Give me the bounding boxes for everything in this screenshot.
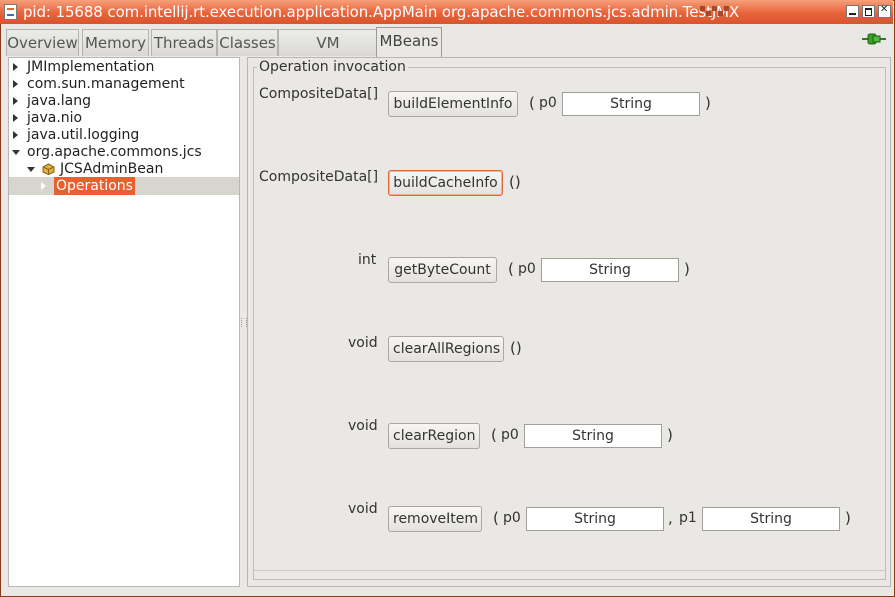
- tree-item-label: JCSAdminBean: [60, 161, 164, 177]
- group-inner-border: [253, 570, 886, 581]
- tree-item-label: org.apache.commons.jcs: [27, 144, 202, 160]
- tab-classes[interactable]: Classes: [217, 29, 278, 56]
- remove-item-button[interactable]: removeItem: [388, 506, 482, 532]
- clear-region-p0-field[interactable]: [524, 424, 662, 448]
- expand-arrow-icon[interactable]: [13, 114, 18, 122]
- collapse-arrow-icon[interactable]: [27, 167, 35, 172]
- return-type: CompositeData[]: [259, 86, 379, 102]
- close-button[interactable]: [878, 4, 891, 18]
- tree-item-label: java.lang: [27, 93, 92, 109]
- maximize-button[interactable]: [862, 5, 875, 18]
- open-paren: (: [529, 94, 535, 112]
- param-separator: ,: [668, 509, 673, 527]
- return-type: void: [348, 335, 378, 351]
- clear-all-regions-button[interactable]: clearAllRegions: [388, 336, 504, 362]
- clear-region-button[interactable]: clearRegion: [388, 423, 480, 449]
- title-bar[interactable]: pid: 15688 com.intellij.rt.execution.app…: [0, 0, 893, 24]
- tree-item-operations[interactable]: Operations: [9, 177, 239, 195]
- build-element-info-button[interactable]: buildElementInfo: [388, 91, 518, 117]
- mbean-icon: [42, 163, 55, 175]
- connection-icon[interactable]: [862, 32, 886, 46]
- expand-arrow-icon[interactable]: [13, 63, 18, 71]
- get-byte-count-button[interactable]: getByteCount: [388, 257, 497, 283]
- open-paren: (: [493, 509, 499, 527]
- tab-threads[interactable]: Threads: [151, 29, 217, 56]
- tab-mbeans[interactable]: MBeans: [376, 27, 442, 57]
- param-label: p1: [679, 510, 697, 526]
- window-title: pid: 15688 com.intellij.rt.execution.app…: [23, 3, 740, 21]
- collapse-arrow-icon[interactable]: [12, 150, 20, 155]
- window-bottom-border: [0, 587, 893, 595]
- param-label: p0: [539, 95, 557, 111]
- tree-item-label: com.sun.management: [27, 76, 185, 92]
- close-paren: ): [667, 426, 673, 444]
- build-cache-info-button[interactable]: buildCacheInfo: [388, 170, 503, 196]
- tree-item-label: JMImplementation: [27, 59, 155, 75]
- return-type: CompositeData[]: [259, 169, 379, 185]
- open-paren: (: [508, 260, 514, 278]
- close-paren: ): [684, 260, 690, 278]
- param-label: p0: [501, 427, 519, 443]
- expand-arrow-icon[interactable]: [13, 80, 18, 88]
- open-paren: (: [491, 426, 497, 444]
- expand-arrow-icon[interactable]: [13, 97, 18, 105]
- empty-parens: (): [510, 339, 522, 357]
- group-title: Operation invocation: [257, 59, 408, 75]
- tab-memory[interactable]: Memory: [82, 29, 149, 56]
- get-byte-count-p0-field[interactable]: [541, 258, 679, 282]
- remove-item-p1-field[interactable]: [702, 507, 840, 531]
- tab-vm-summary[interactable]: VM Summary: [278, 29, 378, 79]
- java-app-icon: [4, 4, 17, 20]
- tree-item-label: java.util.logging: [27, 127, 140, 143]
- minimize-button[interactable]: [846, 5, 859, 18]
- mbean-tree[interactable]: JMImplementation com.sun.management java…: [8, 57, 240, 587]
- tree-item-label: java.nio: [27, 110, 83, 126]
- build-element-info-p0-field[interactable]: [562, 92, 700, 116]
- titlebar-decoration-icon: [700, 6, 730, 22]
- param-label: p0: [503, 510, 521, 526]
- expand-arrow-icon[interactable]: [13, 131, 18, 139]
- return-type: int: [358, 252, 377, 268]
- empty-parens: (): [509, 173, 521, 191]
- tab-overview[interactable]: Overview: [6, 29, 79, 56]
- close-paren: ): [845, 509, 851, 527]
- return-type: void: [348, 418, 378, 434]
- return-type: void: [348, 501, 378, 517]
- expand-arrow-icon[interactable]: [41, 182, 46, 190]
- tree-item-label: Operations: [54, 177, 135, 195]
- param-label: p0: [518, 261, 536, 277]
- remove-item-p0-field[interactable]: [526, 507, 664, 531]
- close-paren: ): [705, 94, 711, 112]
